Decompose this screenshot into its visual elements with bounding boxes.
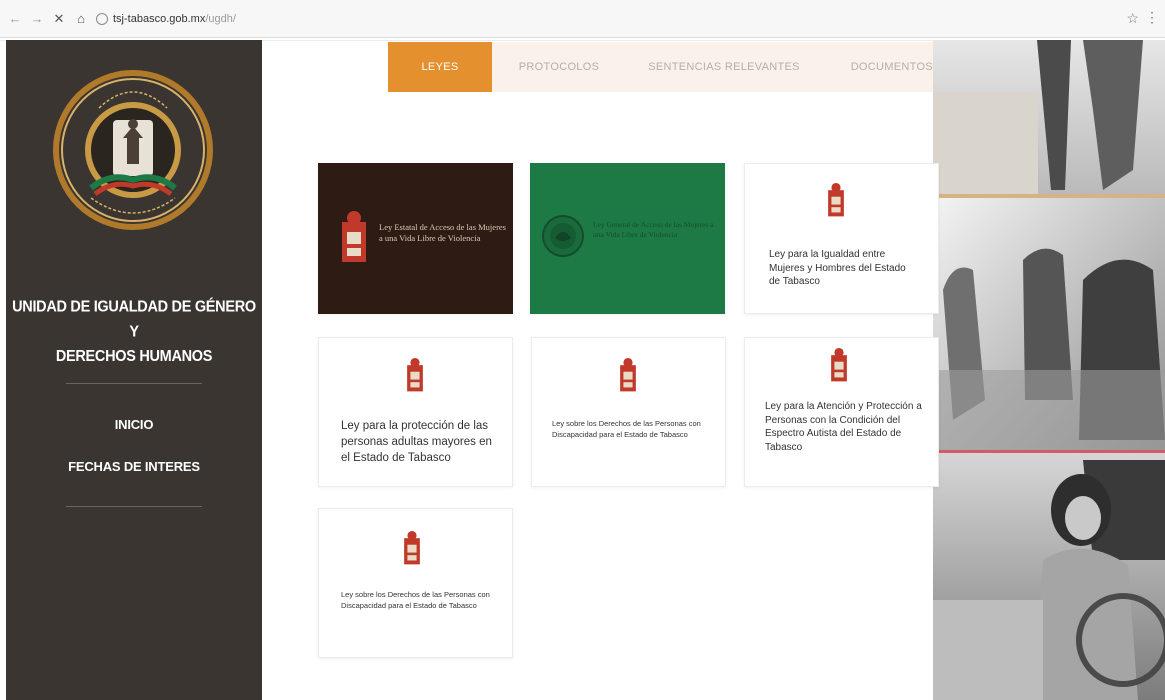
law-card-title: Ley Estatal de Acceso de las Mujeres a u…: [379, 222, 506, 243]
state-emblem-icon: [404, 530, 420, 565]
sidebar-link-fechas[interactable]: FECHAS DE INTERES: [6, 459, 262, 474]
tab-leyes[interactable]: LEYES: [388, 42, 492, 92]
law-card-title: Ley sobre los Derechos de las Personas c…: [552, 419, 701, 439]
tribunal-seal-logo: [53, 70, 213, 230]
law-card-title: Ley para la Atención y Protección a Pers…: [765, 401, 922, 453]
address-bar[interactable]: tsj-tabasco.gob.mx/ugdh/: [96, 12, 236, 25]
info-icon[interactable]: [96, 12, 108, 25]
forward-arrow-icon[interactable]: →: [28, 10, 46, 28]
url-host: tsj-tabasco.gob.mx: [113, 12, 206, 25]
law-card-general-acceso[interactable]: Ley General de Acceso de las Mujeres a u…: [530, 163, 725, 314]
state-emblem-icon: [620, 357, 636, 392]
law-card-estatal-acceso[interactable]: Ley Estatal de Acceso de las Mujeres a u…: [318, 163, 513, 314]
url-path: /ugdh/: [205, 12, 236, 25]
browser-toolbar: ← → ✕ ⌂ tsj-tabasco.gob.mx/ugdh/ ☆ ⋮: [0, 0, 1165, 38]
home-icon[interactable]: ⌂: [72, 10, 90, 28]
unit-title-line-2: DERECHOS HUMANOS: [55, 348, 213, 366]
law-card-title: Ley para la protección de las personas a…: [341, 420, 492, 464]
law-card-title: Ley General de Acceso de las Mujeres a u…: [593, 220, 714, 239]
sidebar-divider-top: [66, 383, 202, 384]
mexico-seal-icon: [542, 215, 584, 257]
unit-title-line-1: UNIDAD DE IGUALDAD DE GÉNERO Y: [12, 298, 256, 341]
hero-photo: [933, 40, 1165, 700]
law-card-igualdad[interactable]: Ley para la Igualdad entre Mujeres y Hom…: [744, 163, 939, 314]
law-card-title: Ley sobre los Derechos de las Personas c…: [341, 590, 490, 610]
state-emblem-icon: [342, 211, 366, 262]
back-arrow-icon[interactable]: ←: [6, 10, 24, 28]
state-emblem-icon: [828, 182, 844, 217]
tab-protocolos[interactable]: PROTOCOLOS: [492, 42, 626, 92]
unit-title: UNIDAD DE IGUALDAD DE GÉNERO Y DERECHOS …: [6, 295, 262, 370]
state-emblem-icon: [831, 347, 847, 382]
law-card-discapacidad[interactable]: Ley sobre los Derechos de las Personas c…: [531, 337, 726, 487]
menu-icon[interactable]: ⋮: [1145, 9, 1159, 26]
law-card-espectro-autista[interactable]: Ley para la Atención y Protección a Pers…: [744, 337, 939, 487]
state-emblem-icon: [407, 357, 423, 392]
law-card-title: Ley para la Igualdad entre Mujeres y Hom…: [769, 249, 906, 287]
sidebar-link-inicio[interactable]: INICIO: [6, 417, 262, 432]
law-card-adultas-mayores[interactable]: Ley para la protección de las personas a…: [318, 337, 513, 487]
tab-sentencias-relevantes[interactable]: SENTENCIAS RELEVANTES: [626, 42, 822, 92]
sidebar: UNIDAD DE IGUALDAD DE GÉNERO Y DERECHOS …: [6, 40, 262, 700]
close-icon[interactable]: ✕: [50, 10, 68, 28]
sidebar-divider-bottom: [66, 506, 202, 507]
law-card-discapacidad-2[interactable]: Ley sobre los Derechos de las Personas c…: [318, 508, 513, 658]
bookmark-star-icon[interactable]: ☆: [1126, 10, 1139, 27]
